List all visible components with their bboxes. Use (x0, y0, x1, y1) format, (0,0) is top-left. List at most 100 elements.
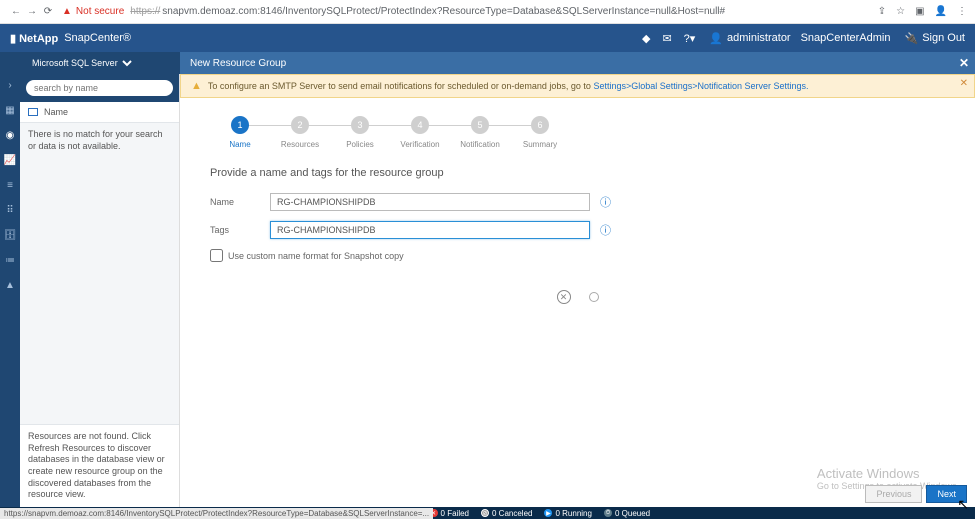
status-text: 0 Running (555, 509, 591, 518)
previous-button: Previous (865, 485, 922, 503)
step-verification[interactable]: 4 Verification (390, 116, 450, 149)
status-bar: https://snapvm.demoaz.com:8146/Inventory… (0, 507, 975, 519)
wizard-steps: 1 Name 2 Resources 3 Policies 4 Verifica… (180, 98, 975, 159)
user-icon: 👤 (709, 32, 723, 45)
no-match-message: There is no match for your search or dat… (20, 123, 179, 158)
extension-icon[interactable]: ▣ (915, 6, 924, 17)
browser-right-icons: ⇪ ☆ ▣ 👤 ⋮ (878, 6, 967, 17)
forward-icon[interactable]: → (24, 6, 40, 17)
user-name: administrator (727, 32, 791, 44)
tags-field-label: Tags (210, 225, 270, 235)
reload-icon[interactable]: ⟳ (40, 6, 56, 17)
step-circle: 6 (531, 116, 549, 134)
status-failed[interactable]: ✕0 Failed (430, 509, 469, 518)
sub-header: Microsoft SQL Server New Resource Group … (0, 52, 975, 74)
plugin-select[interactable]: Microsoft SQL Server (28, 57, 135, 69)
name-field-label: Name (210, 197, 270, 207)
back-icon[interactable]: ← (8, 6, 24, 17)
left-nav-rail: › ▦ ◉ 📈 ≡ ⠿ 🗄 ≔ ▲ (0, 74, 20, 507)
nav-hosts-icon[interactable]: ⠿ (6, 205, 13, 216)
status-canceled[interactable]: ⊘0 Canceled (481, 509, 532, 518)
search-wrap (20, 74, 179, 102)
notice-text: To configure an SMTP Server to send emai… (208, 81, 809, 91)
custom-name-checkbox-row: Use custom name format for Snapshot copy (210, 249, 945, 262)
menu-icon[interactable]: ⋮ (957, 6, 967, 17)
notice-text-part: To configure an SMTP Server to send emai… (208, 81, 594, 91)
nav-storage-icon[interactable]: 🗄 (4, 230, 17, 241)
info-icon[interactable]: ⓘ (600, 222, 611, 238)
browser-toolbar: ← → ⟳ ▲ Not secure https://snapvm.demoaz… (0, 0, 975, 24)
notification-icon[interactable]: ✉ (662, 32, 671, 45)
nav-alerts-icon[interactable]: ▲ (5, 280, 15, 291)
step-policies[interactable]: 3 Policies (330, 116, 390, 149)
smtp-notice: ▲ To configure an SMTP Server to send em… (180, 74, 975, 98)
nav-reports-icon[interactable]: ≡ (7, 180, 13, 191)
status-running[interactable]: ▶0 Running (544, 509, 591, 518)
name-input[interactable] (270, 193, 590, 211)
column-header-row: Name (20, 102, 179, 123)
profile-icon[interactable]: 👤 (935, 6, 947, 17)
spinner-icon (589, 292, 599, 302)
checkbox-label: Use custom name format for Snapshot copy (228, 251, 404, 261)
security-warning: ▲ Not secure (62, 6, 124, 17)
plugin-selector-wrap: Microsoft SQL Server (0, 52, 180, 74)
step-resources[interactable]: 2 Resources (270, 116, 330, 149)
step-label: Resources (281, 140, 319, 149)
signout-button[interactable]: 🔌 Sign Out (904, 32, 965, 45)
star-icon[interactable]: ☆ (896, 6, 905, 17)
status-text: 0 Queued (615, 509, 650, 518)
step-label: Notification (460, 140, 500, 149)
form-area: Provide a name and tags for the resource… (180, 159, 975, 312)
nav-monitor-icon[interactable]: 📈 (4, 155, 16, 166)
wizard-footer-buttons: Previous Next (865, 485, 967, 503)
watermark-line1: Activate Windows (817, 466, 959, 481)
signout-label: Sign Out (922, 32, 965, 44)
step-label: Policies (346, 140, 374, 149)
custom-name-checkbox[interactable] (210, 249, 223, 262)
step-summary[interactable]: 6 Summary (510, 116, 570, 149)
queued-dot-icon: ⏱ (604, 509, 612, 517)
running-dot-icon: ▶ (544, 509, 552, 517)
user-block[interactable]: 👤 administrator (709, 32, 790, 45)
warning-triangle-icon: ▲ (62, 6, 72, 17)
step-circle: 2 (291, 116, 309, 134)
signout-icon: 🔌 (904, 32, 918, 45)
not-secure-label: Not secure (76, 6, 124, 17)
info-icon[interactable]: ⓘ (600, 194, 611, 210)
search-input[interactable] (26, 80, 173, 96)
step-name[interactable]: 1 Name (210, 116, 270, 149)
mail-icon[interactable]: ◆ (642, 32, 650, 45)
tags-row: Tags ⓘ (210, 221, 945, 239)
step-notification[interactable]: 5 Notification (450, 116, 510, 149)
status-text: 0 Failed (441, 509, 469, 518)
address-bar[interactable]: https://snapvm.demoaz.com:8146/Inventory… (130, 6, 877, 17)
notice-link[interactable]: Settings>Global Settings>Notification Se… (593, 81, 808, 91)
name-row: Name ⓘ (210, 193, 945, 211)
step-label: Verification (400, 140, 439, 149)
step-circle: 5 (471, 116, 489, 134)
cancel-loading-icon[interactable]: ✕ (557, 290, 571, 304)
url-text: snapvm.demoaz.com:8146/InventorySQLProte… (162, 6, 725, 17)
close-icon[interactable]: ✕ (959, 56, 969, 70)
warning-icon: ▲ (191, 80, 202, 92)
nav-dashboard-icon[interactable]: ▦ (5, 105, 14, 116)
tags-input[interactable] (270, 221, 590, 239)
nav-settings-icon[interactable]: ≔ (5, 255, 15, 266)
side-panel: Name There is no match for your search o… (20, 74, 180, 507)
nav-resources-icon[interactable]: ◉ (6, 130, 15, 141)
help-icon[interactable]: ?▾ (684, 32, 696, 45)
nav-expand-icon[interactable]: › (8, 80, 11, 91)
status-queued[interactable]: ⏱0 Queued (604, 509, 650, 518)
loader-row: ✕ (210, 290, 945, 304)
name-column-label: Name (44, 107, 68, 117)
next-button[interactable]: Next (926, 485, 967, 503)
step-label: Name (229, 140, 250, 149)
status-text: 0 Canceled (492, 509, 532, 518)
hover-url: https://snapvm.demoaz.com:8146/Inventory… (0, 508, 433, 519)
step-circle: 1 (231, 116, 249, 134)
role-label[interactable]: SnapCenterAdmin (801, 32, 891, 44)
notice-close-icon[interactable]: ✕ (960, 78, 968, 89)
content-area: ▲ To configure an SMTP Server to send em… (180, 74, 975, 507)
share-icon[interactable]: ⇪ (878, 6, 886, 17)
flag-icon (28, 108, 38, 116)
